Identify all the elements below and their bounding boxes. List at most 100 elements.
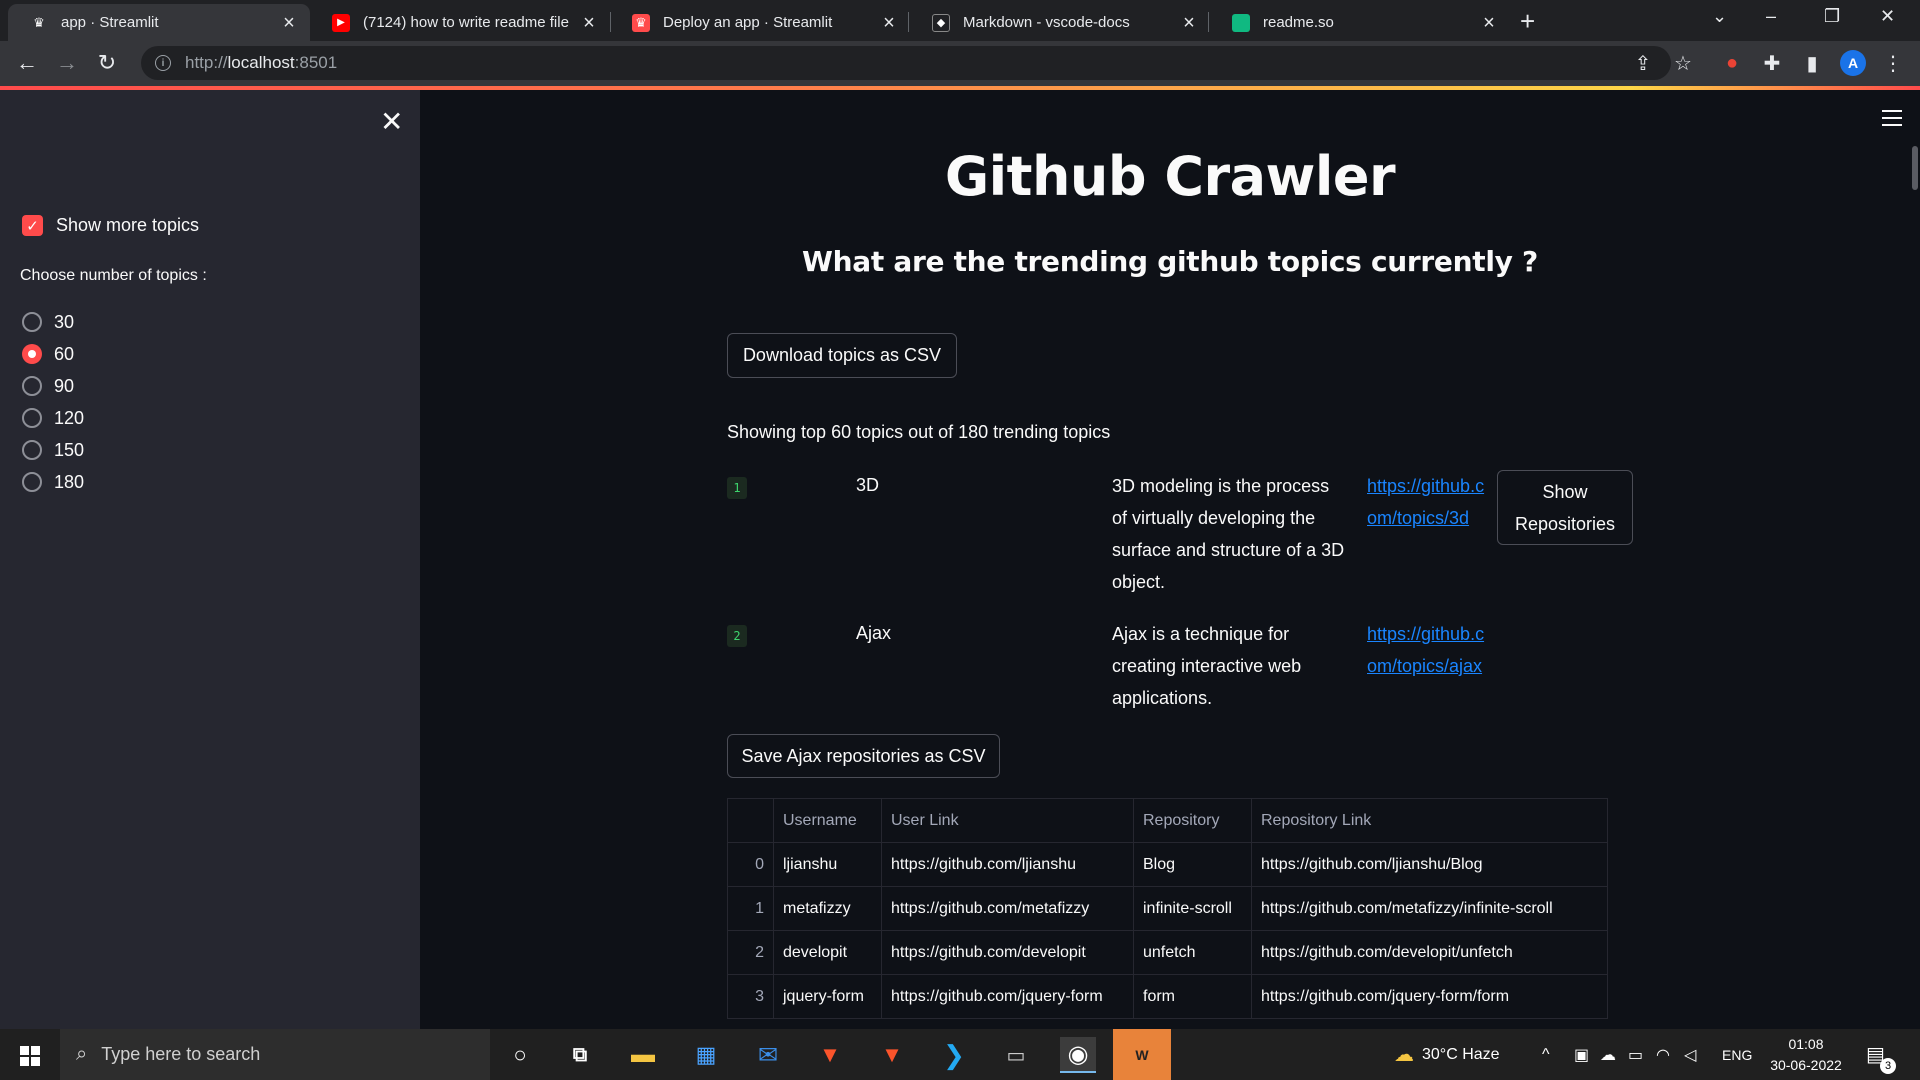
cell-user-link[interactable]: https://github.com/metafizzy [881, 886, 1134, 931]
url-host: localhost [227, 53, 295, 72]
topic-link[interactable]: https://github.com/topics/ajax [1367, 618, 1487, 682]
new-tab-button[interactable]: + [1520, 8, 1535, 34]
cell-repository[interactable]: infinite-scroll [1133, 886, 1252, 931]
waves-app-icon[interactable]: W [1113, 1029, 1171, 1080]
cell-username[interactable]: ljianshu [773, 842, 882, 887]
cell-repository[interactable]: unfetch [1133, 930, 1252, 975]
extension-adblock-icon[interactable]: ● [1719, 50, 1745, 76]
radio-button[interactable] [22, 472, 42, 492]
cell-user-link[interactable]: https://github.com/developit [881, 930, 1134, 975]
close-tab-icon[interactable]: × [280, 13, 298, 33]
radio-option-180[interactable]: 180 [22, 466, 84, 498]
radio-option-120[interactable]: 120 [22, 402, 84, 434]
cell-repository[interactable]: form [1133, 974, 1252, 1019]
cell-username[interactable]: developit [773, 930, 882, 975]
close-tab-icon[interactable]: × [880, 13, 898, 33]
close-tab-icon[interactable]: × [1480, 13, 1498, 33]
close-sidebar-icon[interactable]: ✕ [380, 108, 403, 136]
system-clock[interactable]: 01:08 30-06-2022 [1766, 1034, 1846, 1076]
checkmark-icon[interactable]: ✓ [22, 215, 43, 236]
save-repositories-csv-button[interactable]: Save Ajax repositories as CSV [727, 734, 1000, 778]
taskbar-search-box[interactable]: ⌕ Type here to search [60, 1029, 490, 1080]
cell-repository[interactable]: Blog [1133, 842, 1252, 887]
reload-icon[interactable]: ↻ [93, 49, 121, 77]
site-info-icon[interactable]: i [155, 55, 171, 71]
radio-option-90[interactable]: 90 [22, 370, 84, 402]
side-panel-icon[interactable]: ▮ [1799, 50, 1825, 76]
cell-user-link[interactable]: https://github.com/ljianshu [881, 842, 1134, 887]
onedrive-cloud-icon[interactable]: ☁ [1600, 1029, 1616, 1080]
brave-icon[interactable]: ▼ [874, 1037, 910, 1073]
forward-arrow-icon[interactable]: → [53, 49, 81, 77]
bookmark-star-icon[interactable]: ☆ [1670, 50, 1696, 76]
battery-icon[interactable]: ▭ [1628, 1029, 1643, 1080]
extensions-puzzle-icon[interactable]: ✚ [1759, 50, 1785, 76]
tab-app-streamlit[interactable]: ♛ app · Streamlit × [8, 4, 310, 41]
back-arrow-icon[interactable]: ← [13, 49, 41, 77]
cortana-icon[interactable]: ○ [502, 1037, 538, 1073]
close-window-icon[interactable]: ✕ [1880, 6, 1895, 27]
radio-option-150[interactable]: 150 [22, 434, 84, 466]
volume-icon[interactable]: ◁ [1684, 1029, 1696, 1080]
search-icon: ⌕ [76, 1043, 88, 1065]
cell-username[interactable]: jquery-form [773, 974, 882, 1019]
chrome-icon[interactable]: ◉ [1060, 1037, 1096, 1073]
column-header-repository[interactable]: Repository [1133, 798, 1252, 843]
share-icon[interactable]: ⇪ [1630, 50, 1656, 76]
radio-button-selected[interactable] [22, 344, 42, 364]
column-header-index[interactable] [727, 798, 774, 843]
notification-center-icon[interactable]: ▤ [1866, 1029, 1885, 1080]
download-csv-button[interactable]: Download topics as CSV [727, 333, 957, 378]
restore-icon[interactable]: ❐ [1824, 6, 1840, 27]
language-indicator[interactable]: ENG [1722, 1029, 1752, 1080]
terminal-icon[interactable]: ▭ [998, 1037, 1034, 1073]
file-explorer-icon[interactable]: ▬ [625, 1037, 661, 1073]
radio-button[interactable] [22, 408, 42, 428]
tab-title: Markdown - vscode-docs [963, 14, 1130, 31]
tab-youtube[interactable]: ▶ (7124) how to write readme file in × [310, 4, 610, 41]
url-port: :8501 [294, 53, 338, 72]
minimize-icon[interactable]: – [1766, 6, 1776, 27]
radio-label: 90 [54, 375, 75, 396]
radio-button[interactable] [22, 376, 42, 396]
wifi-icon[interactable]: ◠ [1656, 1029, 1670, 1080]
microsoft-store-icon[interactable]: ▦ [688, 1037, 724, 1073]
show-more-topics-checkbox[interactable]: ✓ Show more topics [22, 215, 199, 236]
show-repositories-button[interactable]: Show Repositories [1497, 470, 1633, 545]
radio-button[interactable] [22, 312, 42, 332]
cell-repository-link[interactable]: https://github.com/jquery-form/form [1251, 974, 1608, 1019]
tab-search-chevron-icon[interactable]: ⌄ [1712, 6, 1727, 27]
youtube-icon: ▶ [332, 13, 350, 32]
browser-menu-icon[interactable]: ⋮ [1880, 50, 1906, 76]
cell-repository-link[interactable]: https://github.com/developit/unfetch [1251, 930, 1608, 975]
vscode-icon[interactable]: ❯ [936, 1037, 972, 1073]
repositories-table[interactable]: Username User Link Repository Repository… [727, 798, 1608, 1019]
mail-icon[interactable]: ✉ [750, 1037, 786, 1073]
windows-start-icon[interactable] [20, 1046, 40, 1066]
radio-button[interactable] [22, 440, 42, 460]
column-header-repository-link[interactable]: Repository Link [1251, 798, 1608, 843]
column-header-username[interactable]: Username [773, 798, 882, 843]
column-header-user-link[interactable]: User Link [881, 798, 1134, 843]
hamburger-menu-icon[interactable] [1882, 110, 1902, 131]
tab-readme-so[interactable]: readme.so × [1210, 4, 1510, 41]
show-hidden-icons-chevron-icon[interactable]: ^ [1542, 1029, 1550, 1080]
radio-option-30[interactable]: 30 [22, 306, 84, 338]
task-view-icon[interactable]: ⧉ [562, 1037, 598, 1073]
cell-repository-link[interactable]: https://github.com/ljianshu/Blog [1251, 842, 1608, 887]
brave-beta-icon[interactable]: ▼ [812, 1037, 848, 1073]
topic-link[interactable]: https://github.com/topics/3d [1367, 470, 1487, 534]
cell-repository-link[interactable]: https://github.com/metafizzy/infinite-sc… [1251, 886, 1608, 931]
close-tab-icon[interactable]: × [580, 13, 598, 33]
tab-deploy-streamlit[interactable]: ♛ Deploy an app · Streamlit × [610, 4, 910, 41]
cell-user-link[interactable]: https://github.com/jquery-form [881, 974, 1134, 1019]
tab-markdown-vscode[interactable]: ◆ Markdown - vscode-docs × [910, 4, 1210, 41]
topic-description: Ajax is a technique for creating interac… [1112, 624, 1302, 708]
profile-avatar[interactable]: A [1840, 50, 1866, 76]
address-bar[interactable]: i http://localhost:8501 [141, 46, 1671, 80]
close-tab-icon[interactable]: × [1180, 13, 1198, 33]
weather-widget[interactable]: ☁ 30°C Haze [1394, 1029, 1500, 1080]
meet-now-icon[interactable]: ▣ [1574, 1029, 1589, 1080]
radio-option-60[interactable]: 60 [22, 338, 84, 370]
cell-username[interactable]: metafizzy [773, 886, 882, 931]
